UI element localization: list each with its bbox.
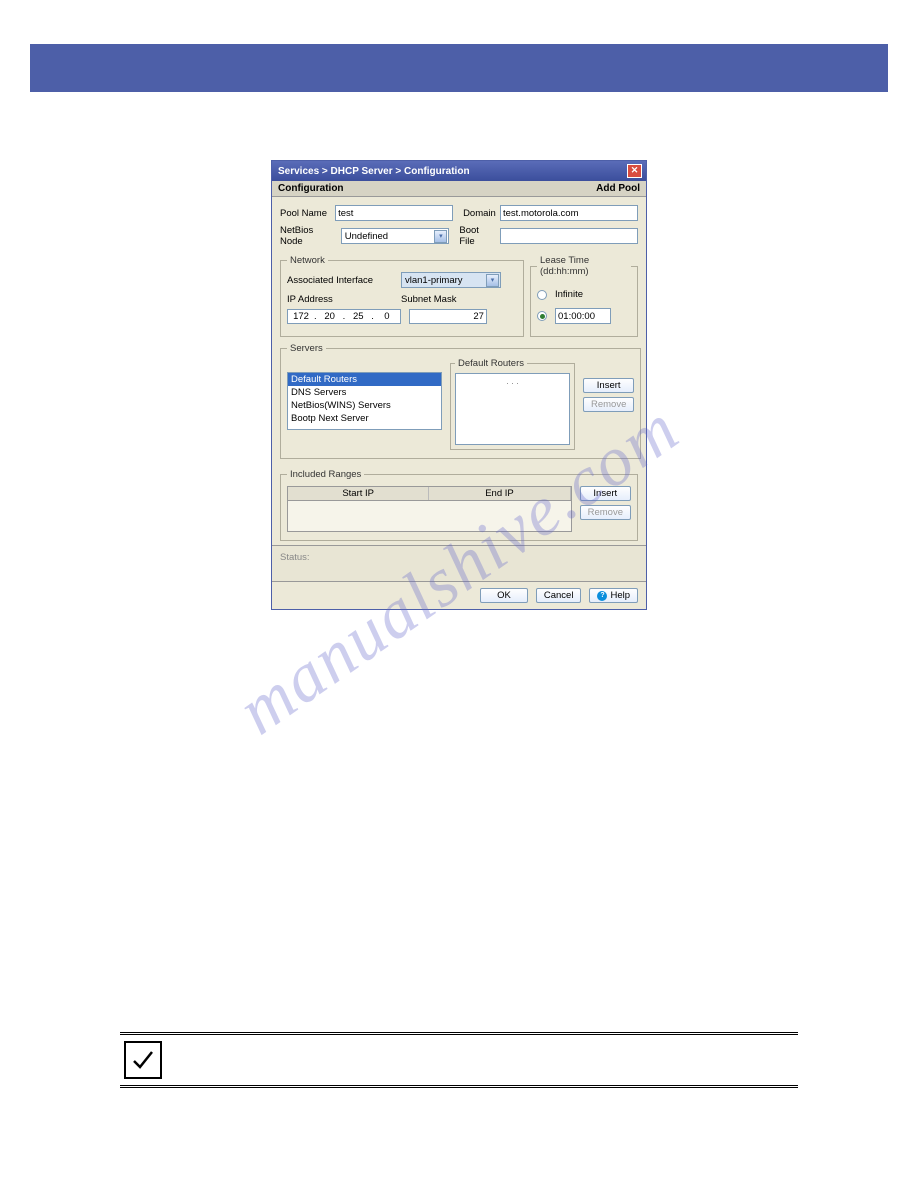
dialog-button-bar: OK Cancel ? Help: [272, 581, 646, 609]
routers-textbox[interactable]: . . .: [455, 373, 570, 445]
dhcp-config-dialog: Services > DHCP Server > Configuration ✕…: [271, 160, 647, 610]
help-button[interactable]: ? Help: [589, 588, 638, 603]
ranges-col-start: Start IP: [288, 487, 429, 500]
domain-input[interactable]: [500, 205, 638, 221]
time-radio[interactable]: [537, 311, 547, 321]
dialog-subheader: Configuration Add Pool: [272, 181, 646, 197]
pool-name-input[interactable]: [335, 205, 453, 221]
bootfile-input[interactable]: [500, 228, 638, 244]
checkmark-icon: [124, 1041, 162, 1079]
lease-time-input[interactable]: [555, 308, 611, 324]
subnet-label: Subnet Mask: [401, 294, 456, 305]
ip-octet-3: 25: [347, 311, 369, 322]
list-item[interactable]: Default Routers: [288, 373, 441, 386]
subheader-right: Add Pool: [596, 183, 640, 194]
list-item[interactable]: Bootp Next Server: [288, 412, 441, 425]
chevron-down-icon: ▾: [486, 274, 499, 287]
servers-remove-button: Remove: [583, 397, 634, 412]
routers-legend: Default Routers: [455, 358, 527, 369]
network-group: Network Associated Interface vlan1-prima…: [280, 255, 524, 337]
ip-label: IP Address: [287, 294, 397, 305]
ranges-col-end: End IP: [429, 487, 570, 500]
pool-name-label: Pool Name: [280, 208, 331, 219]
note-area: [120, 1028, 798, 1092]
ip-octet-2: 20: [319, 311, 341, 322]
assoc-if-value: vlan1-primary: [405, 275, 463, 286]
network-legend: Network: [287, 255, 328, 266]
subnet-suffix: 27: [473, 311, 484, 322]
ranges-table[interactable]: Start IP End IP: [287, 486, 572, 532]
ranges-insert-button[interactable]: Insert: [580, 486, 631, 501]
included-ranges-group: Included Ranges Start IP End IP Insert R…: [280, 469, 638, 541]
subnet-mask-input[interactable]: 27: [409, 309, 487, 324]
help-icon: ?: [597, 591, 607, 601]
cancel-button[interactable]: Cancel: [536, 588, 582, 603]
subheader-left: Configuration: [278, 183, 344, 194]
servers-insert-button[interactable]: Insert: [583, 378, 634, 393]
infinite-radio[interactable]: [537, 290, 547, 300]
ip-octet-1: 172: [290, 311, 312, 322]
netbios-value: Undefined: [345, 231, 388, 242]
netbios-select[interactable]: Undefined ▾: [341, 228, 450, 244]
list-item[interactable]: NetBios(WINS) Servers: [288, 399, 441, 412]
lease-time-group: Lease Time (dd:hh:mm) Infinite: [530, 255, 638, 337]
assoc-if-select[interactable]: vlan1-primary ▾: [401, 272, 501, 288]
infinite-label: Infinite: [555, 289, 583, 300]
divider: [120, 1032, 798, 1035]
ranges-legend: Included Ranges: [287, 469, 364, 480]
list-item[interactable]: DNS Servers: [288, 386, 441, 399]
servers-listbox[interactable]: Default Routers DNS Servers NetBios(WINS…: [287, 372, 442, 430]
help-label: Help: [610, 590, 630, 601]
breadcrumb: Services > DHCP Server > Configuration: [278, 166, 470, 177]
chevron-down-icon: ▾: [434, 230, 447, 243]
bootfile-label: Boot File: [459, 225, 496, 247]
page-header-banner: [30, 44, 888, 92]
ip-address-input[interactable]: 172. 20. 25. 0: [287, 309, 401, 324]
servers-legend: Servers: [287, 343, 326, 354]
assoc-if-label: Associated Interface: [287, 275, 397, 286]
ok-button[interactable]: OK: [480, 588, 528, 603]
divider: [120, 1085, 798, 1088]
status-label: Status:: [280, 552, 310, 563]
close-icon[interactable]: ✕: [627, 164, 642, 178]
domain-label: Domain: [463, 208, 496, 219]
routers-placeholder: . . .: [456, 374, 569, 386]
dialog-titlebar: Services > DHCP Server > Configuration ✕: [272, 161, 646, 181]
netbios-label: NetBios Node: [280, 225, 337, 247]
servers-group: Servers Default Routers DNS Servers NetB…: [280, 343, 641, 459]
ranges-remove-button: Remove: [580, 505, 631, 520]
lease-legend: Lease Time (dd:hh:mm): [537, 255, 631, 277]
ip-octet-4: 0: [376, 311, 398, 322]
default-routers-group: Default Routers . . .: [450, 358, 575, 450]
status-area: Status:: [272, 545, 646, 581]
